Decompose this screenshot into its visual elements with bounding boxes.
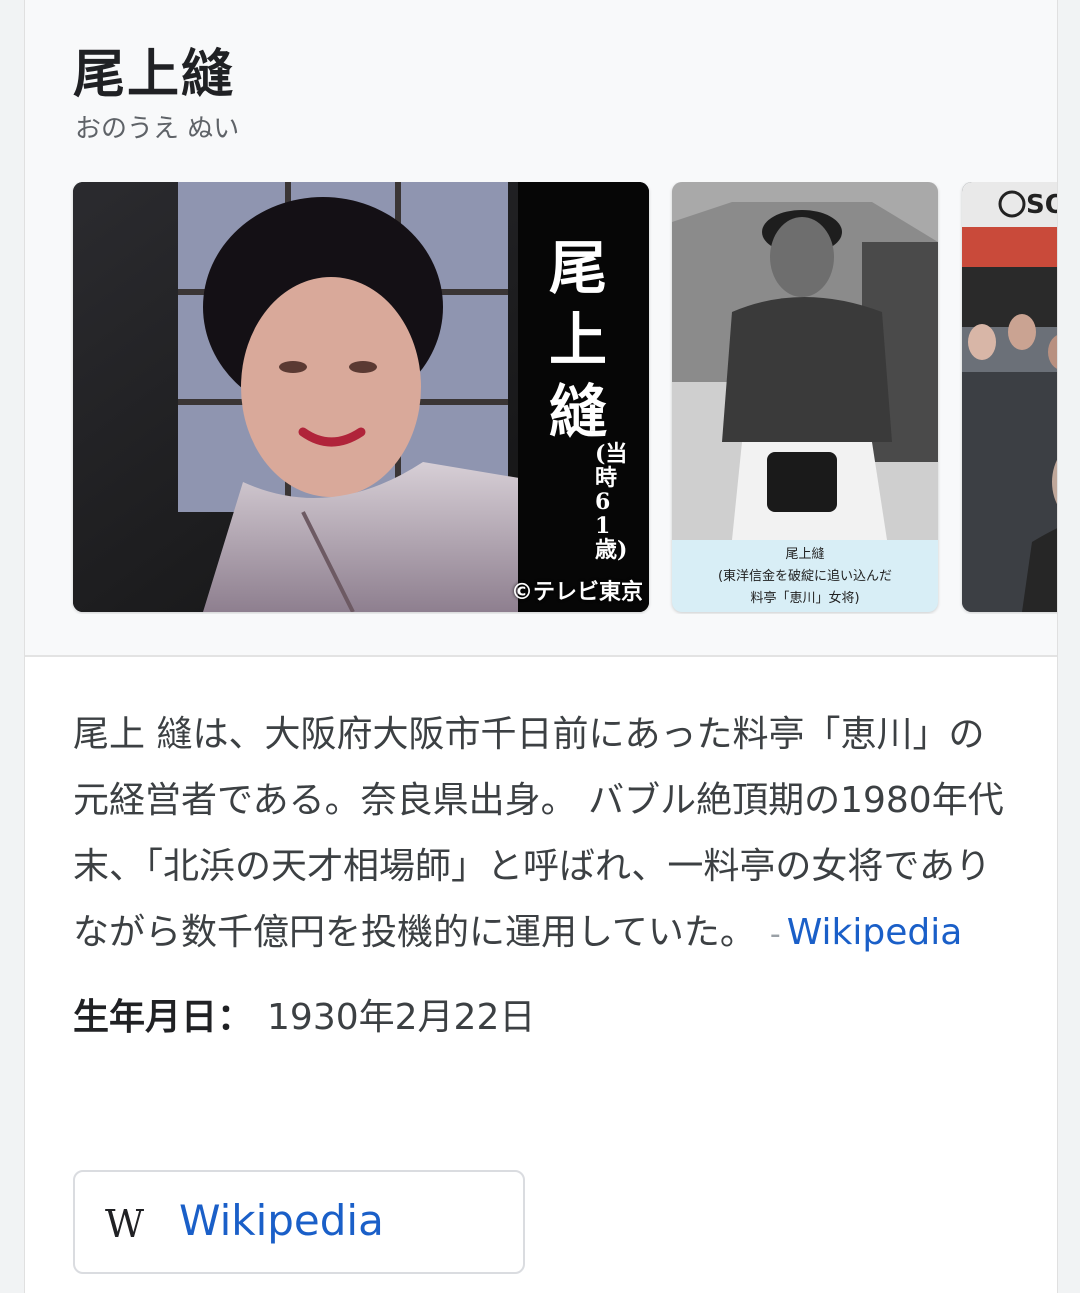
knowledge-panel: 尾上縫 おのうえ ぬい 尾 上 縫 (当時61歳) ©テレビ東京 尾上縫 (東洋…	[24, 0, 1058, 1293]
caption-line-1: 尾上縫	[785, 547, 825, 562]
caption-line-2: (東洋信金を破綻に追い込んだ	[717, 569, 893, 584]
source-dash: -	[769, 917, 781, 952]
portrait-watermark: ©テレビ東京	[510, 580, 643, 605]
caption-char-1: 尾	[548, 234, 607, 302]
entity-title: 尾上縫	[73, 45, 236, 105]
fact-birthdate: 生年月日： 1930年2月22日	[73, 988, 1013, 1040]
image-thumbnail-3[interactable]: SO	[962, 182, 1057, 612]
caption-line-3: 料亭「恵川」女将)	[750, 591, 860, 606]
panel-header: 尾上縫 おのうえ ぬい 尾 上 縫 (当時61歳) ©テレビ東京 尾上縫 (東洋…	[25, 0, 1057, 657]
description: 尾上 縫は、大阪府大阪市千日前にあった料亭「恵川」の元経営者である。奈良県出身。…	[73, 702, 1013, 968]
entity-reading: おのうえ ぬい	[75, 114, 240, 144]
wikipedia-button-label: Wikipedia	[179, 1196, 384, 1245]
wikipedia-icon: W	[105, 1202, 145, 1246]
image-thumbnail-2[interactable]: 尾上縫 (東洋信金を破綻に追い込んだ 料亭「恵川」女将)	[672, 182, 938, 612]
birthdate-label: 生年月日：	[73, 997, 254, 1038]
panel-body: 尾上 縫は、大阪府大阪市千日前にあった料亭「恵川」の元経営者である。奈良県出身。…	[73, 702, 1013, 1040]
image-thumbnail-1[interactable]: 尾 上 縫 (当時61歳) ©テレビ東京	[73, 182, 649, 612]
portrait-age-label: (当時61歳)	[595, 441, 628, 563]
crowd-photo	[962, 182, 1057, 612]
birthdate-value: 1930年2月22日	[267, 997, 536, 1038]
caption-char-2: 上	[548, 306, 607, 374]
image-2-caption: 尾上縫 (東洋信金を破綻に追い込んだ 料亭「恵川」女将)	[672, 540, 938, 612]
sign-text: SO	[1026, 190, 1057, 220]
image-carousel[interactable]: 尾 上 縫 (当時61歳) ©テレビ東京 尾上縫 (東洋信金を破綻に追い込んだ …	[25, 182, 1057, 614]
bw-photo	[672, 182, 938, 540]
portrait-vertical-caption: 尾 上 縫	[528, 232, 628, 448]
caption-char-3: 縫	[548, 378, 607, 446]
wikipedia-button[interactable]: W Wikipedia	[73, 1170, 525, 1274]
wikipedia-source-link[interactable]: Wikipedia	[787, 912, 963, 953]
